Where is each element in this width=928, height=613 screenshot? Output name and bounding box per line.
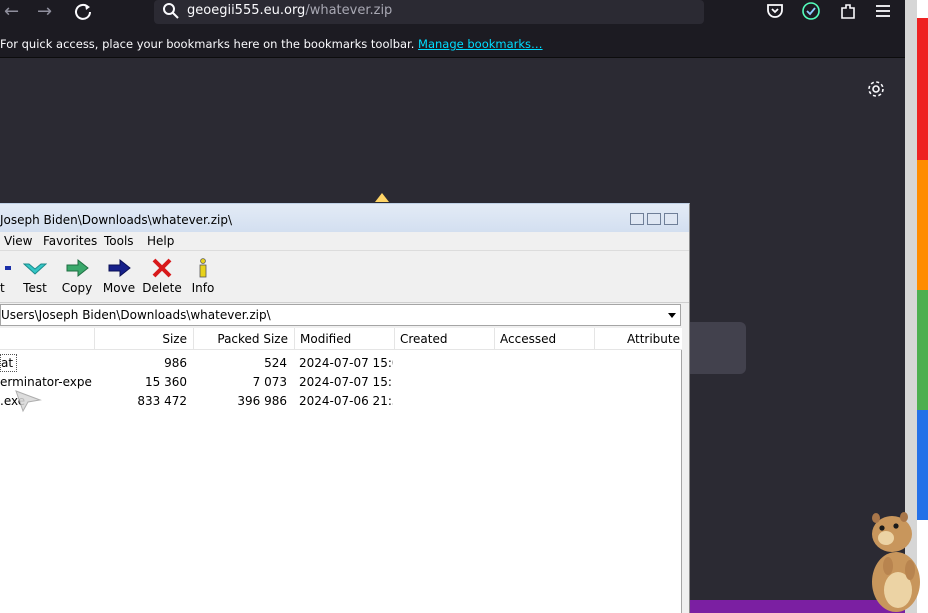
file-packed-size: 7 073 [252,375,287,389]
gear-icon[interactable] [866,79,886,99]
info-label: Info [191,281,215,295]
menu-tools[interactable]: Tools [104,234,134,248]
dropdown-arrow-icon[interactable] [668,313,676,318]
menu-favorites[interactable]: Favorites [43,234,97,248]
test-button[interactable]: Test [14,256,56,300]
table-row[interactable]: .exe 833 472 396 986 2024-07-06 21:59 [0,392,682,411]
file-name: erminator-expe... [0,375,92,389]
column-modified[interactable]: Modified [295,328,395,350]
move-button[interactable]: Move [98,256,140,300]
column-name[interactable] [0,328,95,350]
column-packed-size[interactable]: Packed Size [194,328,295,350]
info-icon [199,258,207,278]
file-name: at [1,356,14,370]
delete-label: Delete [142,281,182,295]
delete-button[interactable]: Delete [141,256,183,300]
close-button[interactable] [664,213,678,225]
column-size[interactable]: Size [95,328,194,350]
archive-path-field[interactable]: Users\Joseph Biden\Downloads\whatever.zi… [0,304,681,326]
table-row[interactable]: erminator-expe... 15 360 7 073 2024-07-0… [0,373,682,392]
file-size: 986 [164,356,187,370]
file-modified: 2024-07-07 15:14 [299,375,393,389]
move-label: Move [102,281,136,295]
bookmarks-message: For quick access, place your bookmarks h… [0,37,543,51]
file-packed-size: 396 986 [237,394,287,408]
archive-titlebar[interactable]: Joseph Biden\Downloads\whatever.zip\ [0,204,689,232]
file-size: 15 360 [145,375,187,389]
extract-icon [5,266,11,270]
url-text[interactable]: geoegii555.eu.org/whatever.zip [187,3,392,18]
column-attributes[interactable]: Attribute [595,328,682,350]
archive-title: Joseph Biden\Downloads\whatever.zip\ [0,213,232,227]
archive-menubar: View Favorites Tools Help [0,232,689,251]
browser-navbar: ← → geoegii555.eu.org/whatever.zip [0,0,910,30]
menu-view[interactable]: View [4,234,32,248]
extensions-icon[interactable] [837,0,859,22]
back-icon[interactable]: ← [4,2,19,22]
file-packed-size: 524 [264,356,287,370]
archive-toolbar: ct Test Copy Move Delete [0,252,689,303]
archive-window: Joseph Biden\Downloads\whatever.zip\ Vie… [0,203,690,613]
minimize-button[interactable] [630,213,644,225]
reload-icon[interactable] [72,1,94,23]
file-list-header: Size Packed Size Modified Created Access… [0,328,682,350]
bookmarks-toolbar: For quick access, place your bookmarks h… [0,30,910,58]
bookmarks-hint-text: For quick access, place your bookmarks h… [0,37,415,51]
file-size: 833 472 [137,394,187,408]
menu-icon[interactable] [872,0,894,22]
copy-icon [66,258,89,278]
url-bar[interactable]: geoegii555.eu.org/whatever.zip [154,0,704,24]
move-icon [108,258,131,278]
file-list: Size Packed Size Modified Created Access… [0,328,682,613]
menu-help[interactable]: Help [147,234,174,248]
file-modified: 2024-07-06 21:59 [299,394,393,408]
manage-bookmarks-link[interactable]: Manage bookmarks… [418,37,543,51]
warning-tip-icon [375,193,389,202]
column-accessed[interactable]: Accessed [495,328,595,350]
info-button[interactable]: Info [182,256,224,300]
file-modified: 2024-07-07 15:07 [299,356,393,370]
copy-button[interactable]: Copy [56,256,98,300]
archive-path-text: Users\Joseph Biden\Downloads\whatever.zi… [1,308,271,322]
pocket-icon[interactable] [764,0,786,22]
column-created[interactable]: Created [395,328,495,350]
forward-icon[interactable]: → [37,2,52,22]
url-domain: geoegii555.eu.org [187,3,306,18]
url-path: /whatever.zip [305,3,393,18]
vpn-check-icon[interactable] [800,0,822,22]
hamster-sticker-icon [872,512,920,612]
delete-icon [152,258,172,278]
table-row[interactable]: at 986 524 2024-07-07 15:07 [0,354,682,373]
test-label: Test [23,281,47,295]
test-icon [23,263,47,275]
search-icon [163,3,179,19]
mouse-cursor-icon [15,390,42,413]
copy-label: Copy [61,281,93,295]
maximize-button[interactable] [647,213,661,225]
